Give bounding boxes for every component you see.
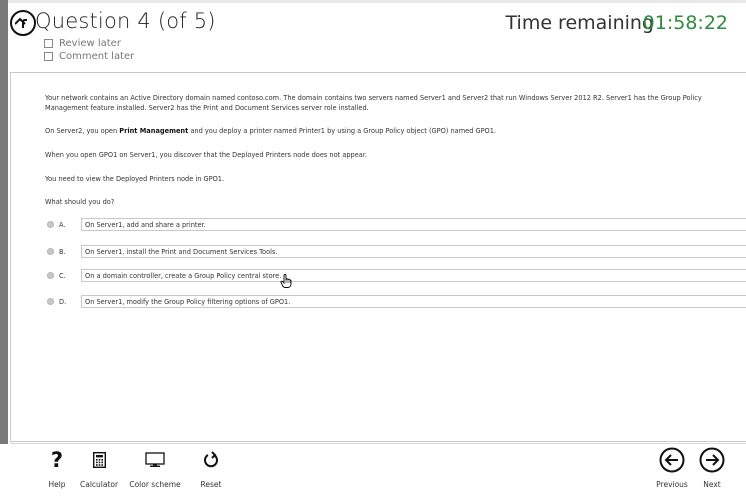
answer-letter: B. — [59, 247, 66, 256]
question-paragraph-1: Your network contains an Active Director… — [45, 94, 702, 112]
review-later-label: Review later — [59, 38, 121, 49]
hand-cursor-icon — [280, 273, 292, 292]
monitor-icon — [126, 444, 184, 476]
radio-button[interactable] — [47, 221, 54, 228]
next-button[interactable]: Next — [697, 444, 727, 489]
calculator-label: Calculator — [80, 480, 119, 489]
time-remaining-value: 01:58:22 — [642, 12, 728, 34]
bottom-toolbar: ? Help Calculator Color scheme Reset Pre… — [0, 444, 746, 504]
answer-text[interactable]: On a domain controller, create a Group P… — [81, 269, 746, 282]
answer-option-a[interactable]: A. On Server1, add and share a printer. — [47, 218, 746, 231]
checkbox-box[interactable] — [44, 52, 53, 61]
question-paragraph-2: On Server2, you open Print Management an… — [45, 127, 745, 137]
back-up-icon[interactable] — [10, 10, 36, 36]
answer-text[interactable]: On Server1. install the Print and Docume… — [81, 245, 746, 258]
review-later-checkbox[interactable]: Review later — [44, 38, 121, 49]
comment-later-checkbox[interactable]: Comment later — [44, 51, 134, 62]
calculator-icon — [80, 444, 118, 476]
window-frame-left — [0, 0, 8, 504]
help-label: Help — [48, 480, 66, 489]
help-button[interactable]: ? Help — [42, 444, 72, 489]
time-remaining-label: Time remaining — [505, 12, 654, 34]
p2-bold: Print Management — [119, 127, 189, 135]
checkbox-box[interactable] — [44, 39, 53, 48]
reset-button[interactable]: Reset — [196, 444, 226, 489]
question-panel: Your network contains an Active Director… — [10, 72, 746, 442]
comment-later-label: Comment later — [59, 51, 135, 62]
answer-option-d[interactable]: D. On Server1, modify the Group Policy f… — [47, 295, 746, 308]
radio-button[interactable] — [47, 298, 54, 305]
answer-text[interactable]: On Server1, add and share a printer. — [81, 218, 746, 231]
reset-icon — [196, 444, 226, 476]
calculator-button[interactable]: Calculator — [80, 444, 118, 489]
p2-post: and you deploy a printer named Printer1 … — [188, 127, 497, 135]
answer-letter: A. — [59, 220, 66, 229]
answer-letter: D. — [59, 297, 67, 306]
header: Question 4 (of 5) Review later Comment l… — [8, 3, 746, 70]
question-paragraph-3: When you open GPO1 on Server1, you disco… — [45, 151, 368, 159]
radio-button[interactable] — [47, 248, 54, 255]
help-icon: ? — [50, 448, 64, 472]
color-scheme-button[interactable]: Color scheme — [126, 444, 184, 489]
previous-label: Previous — [656, 480, 688, 489]
arrow-right-icon — [697, 444, 727, 476]
answer-text[interactable]: On Server1, modify the Group Policy filt… — [81, 295, 746, 308]
answer-option-b[interactable]: B. On Server1. install the Print and Doc… — [47, 245, 746, 258]
next-label: Next — [703, 480, 721, 489]
question-paragraph-5: What should you do? — [45, 198, 115, 206]
answer-option-c[interactable]: C. On a domain controller, create a Grou… — [47, 269, 746, 282]
answer-letter: C. — [59, 271, 66, 280]
reset-label: Reset — [200, 480, 222, 489]
p2-pre: On Server2, you open — [45, 127, 120, 135]
radio-button[interactable] — [47, 272, 54, 279]
arrow-left-icon — [652, 444, 692, 476]
question-paragraph-4: You need to view the Deployed Printers n… — [45, 175, 225, 183]
color-scheme-label: Color scheme — [129, 480, 181, 489]
question-title: Question 4 (of 5) — [35, 9, 216, 33]
previous-button[interactable]: Previous — [652, 444, 692, 489]
